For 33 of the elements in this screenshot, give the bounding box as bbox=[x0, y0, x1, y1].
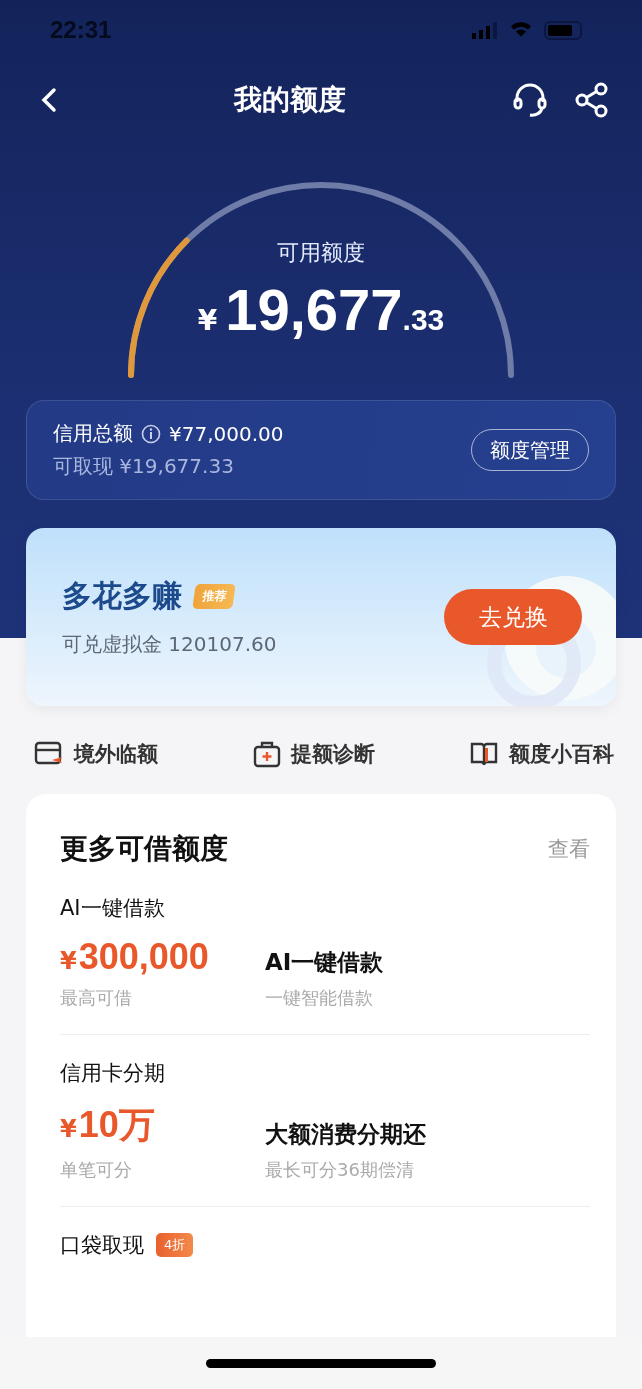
feature-title: AI一键借款 bbox=[265, 948, 385, 977]
feature-caption: 一键智能借款 bbox=[265, 986, 374, 1010]
total-label: 信用总额 bbox=[53, 420, 133, 447]
cash-limit: 可取现 ¥19,677.33 bbox=[53, 453, 235, 480]
page-title: 我的额度 bbox=[234, 82, 346, 118]
promo-subtitle: 可兑虚拟金 120107.60 bbox=[62, 631, 277, 658]
available-amount: ¥19,677.33 bbox=[197, 276, 445, 343]
wifi-icon bbox=[510, 22, 532, 38]
promo-title: 多花多赚 bbox=[62, 577, 182, 615]
section-title: 更多可借额度 bbox=[60, 831, 228, 867]
total-value: ¥77,000.00 bbox=[169, 421, 284, 446]
shortcut-link[interactable]: 境外临额 bbox=[74, 740, 158, 768]
loan-amount: ¥10万 bbox=[60, 1103, 156, 1147]
shortcut-link[interactable]: 提额诊断 bbox=[290, 740, 375, 768]
feature-title: 大额消费分期还 bbox=[265, 1120, 427, 1149]
amount-caption: 单笔可分 bbox=[60, 1158, 133, 1182]
signal-icon bbox=[472, 21, 498, 39]
amount-caption: 最高可借 bbox=[60, 986, 133, 1010]
available-label: 可用额度 bbox=[277, 239, 365, 267]
product-title: AI一键借款 bbox=[60, 895, 165, 922]
info-icon[interactable] bbox=[141, 423, 161, 444]
book-icon bbox=[469, 740, 499, 768]
recommend-tag: 推荐 bbox=[192, 584, 236, 609]
redeem-button[interactable]: 去兑换 bbox=[444, 589, 582, 645]
product-title: 信用卡分期 bbox=[60, 1060, 165, 1087]
feature-caption: 最长可分36期偿清 bbox=[265, 1158, 415, 1182]
status-time: 22:31 bbox=[50, 16, 112, 44]
discount-tag: 4折 bbox=[156, 1233, 194, 1257]
product-title: 口袋取现 bbox=[60, 1232, 144, 1259]
medical-kit-icon bbox=[252, 740, 281, 768]
battery-icon bbox=[544, 20, 582, 40]
loan-amount: ¥300,000 bbox=[60, 936, 210, 978]
shortcut-link[interactable]: 额度小百科 bbox=[509, 740, 614, 768]
